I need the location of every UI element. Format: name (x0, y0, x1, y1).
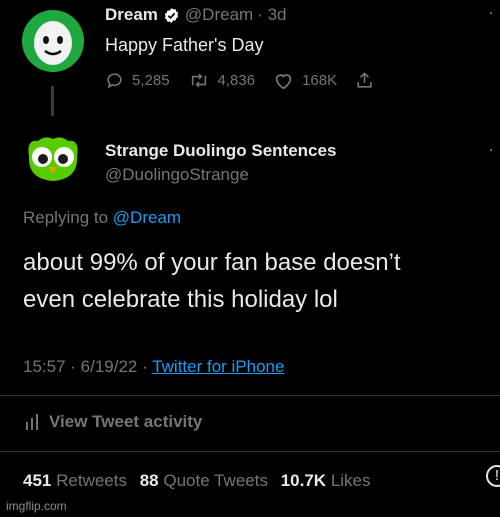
engagement-counts: 451 Retweets 88 Quote Tweets 10.7K Likes (23, 471, 371, 491)
like-icon (275, 74, 292, 90)
dream-mask-icon (22, 10, 84, 72)
dream-tweet-age: · 3d (257, 5, 287, 24)
tweet-timestamp[interactable]: 15:57 · 6/19/22 · (23, 357, 148, 376)
dream-avatar[interactable] (22, 10, 84, 72)
retweet-button[interactable]: 4,836 (188, 71, 256, 90)
likes-stat[interactable]: 10.7K Likes (281, 471, 371, 490)
reply-tweet-text: about 99% of your fan base doesn’t even … (23, 244, 401, 318)
verified-badge-icon (163, 7, 180, 24)
reply-icon (107, 73, 122, 89)
more-icon[interactable]: · (488, 2, 494, 23)
watermark: imgflip.com (6, 499, 67, 513)
reply-button[interactable]: 5,285 (105, 71, 170, 90)
like-count: 168K (302, 72, 338, 89)
tweet-source-link[interactable]: Twitter for iPhone (152, 357, 284, 376)
replying-to: Replying to @Dream (23, 208, 181, 228)
duolingo-avatar[interactable] (20, 127, 86, 193)
reply-text-line-1: about 99% of your fan base doesn’t (23, 249, 401, 276)
reply-count: 5,285 (132, 72, 170, 89)
retweet-count: 4,836 (217, 72, 256, 89)
retweets-value: 451 (23, 471, 52, 490)
reply-text-line-2: even celebrate this holiday lol (23, 286, 338, 313)
replying-to-label: Replying to (23, 208, 109, 227)
dream-author-name[interactable]: Dream (105, 5, 158, 25)
dream-tweet-stats: 5,285 4,836 168K (105, 71, 400, 90)
tweet-metadata: 15:57 · 6/19/22 · Twitter for iPhone (23, 357, 284, 377)
replying-to-handle[interactable]: @Dream (113, 208, 181, 227)
analytics-icon (26, 414, 38, 430)
dream-header: Dream @Dream · 3d (105, 5, 286, 25)
quotes-value: 88 (139, 471, 159, 490)
likes-label: Likes (330, 471, 371, 490)
duolingo-author-name[interactable]: Strange Duolingo Sentences (105, 141, 336, 161)
share-button[interactable] (355, 71, 382, 90)
quotes-stat[interactable]: 88 Quote Tweets (140, 471, 273, 490)
info-icon[interactable]: ! (486, 465, 500, 487)
dream-tweet-text: Happy Father's Day (105, 35, 264, 55)
view-activity-label: View Tweet activity (49, 412, 203, 431)
dream-handle[interactable]: @Dream (185, 5, 253, 25)
retweets-stat[interactable]: 451 Retweets (23, 471, 132, 490)
quotes-label: Quote Tweets (163, 471, 268, 490)
divider-top (0, 395, 500, 396)
divider-bottom (0, 451, 500, 452)
view-activity-button[interactable]: View Tweet activity (25, 412, 202, 432)
retweet-icon (191, 73, 206, 88)
thread-line (51, 86, 54, 116)
likes-value: 10.7K (280, 471, 327, 490)
duolingo-handle[interactable]: @DuolingoStrange (105, 165, 249, 185)
retweets-label: Retweets (56, 471, 127, 490)
reply-more-icon[interactable]: · (488, 139, 494, 160)
share-icon (357, 72, 372, 88)
duolingo-owl-icon (28, 137, 78, 181)
like-button[interactable]: 168K (273, 71, 337, 90)
